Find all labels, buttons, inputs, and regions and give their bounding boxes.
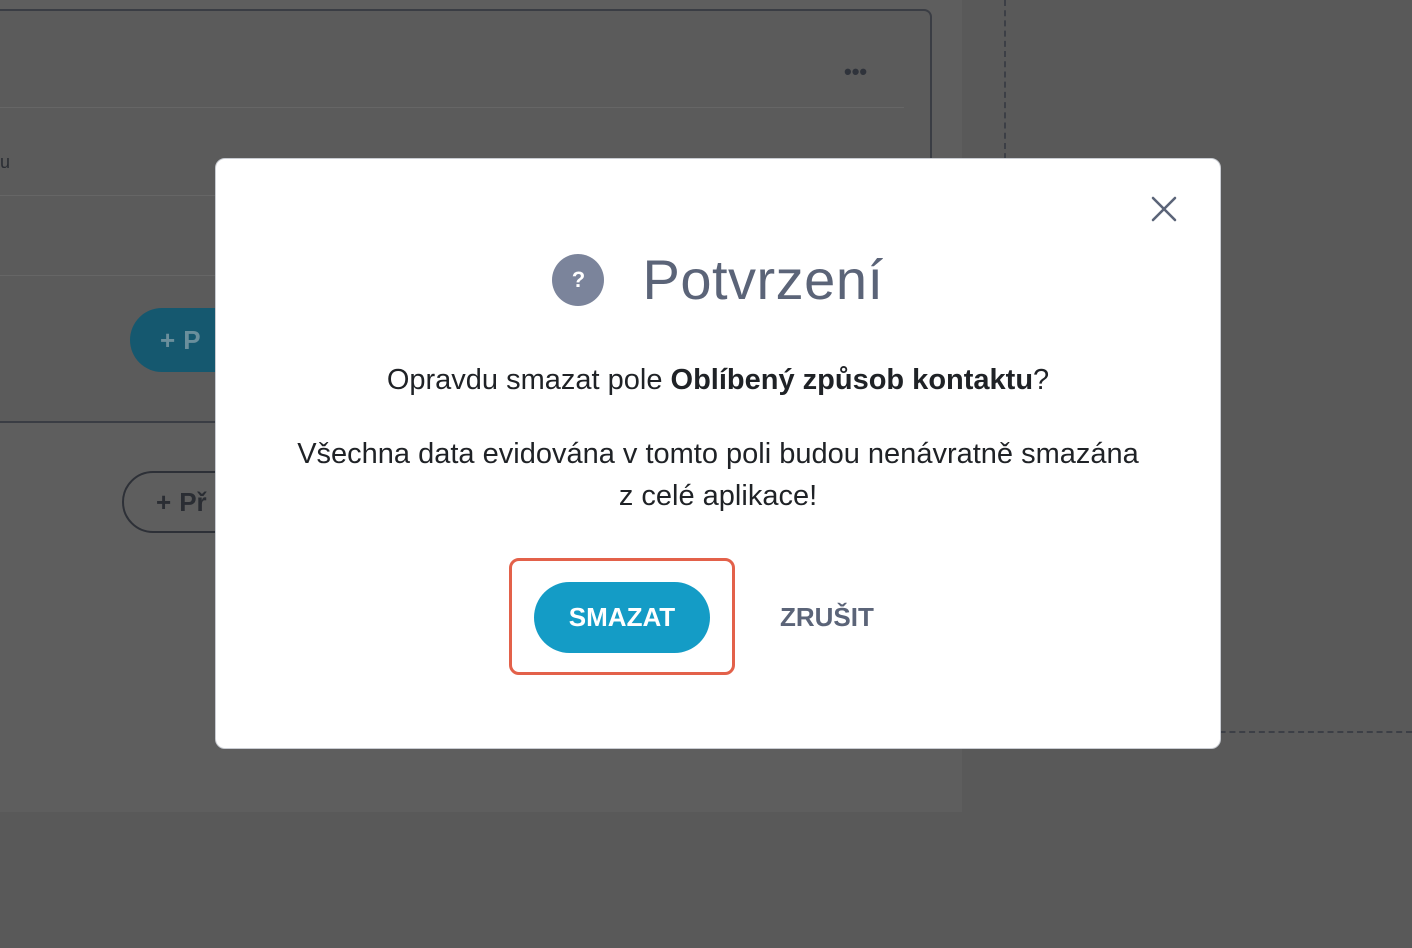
plus-icon: + [160,324,176,355]
dialog-message: Opravdu smazat pole Oblíbený způsob kont… [216,359,1220,401]
cancel-button[interactable]: ZRUŠIT [764,582,890,653]
delete-button[interactable]: SMAZAT [534,582,710,653]
dialog-title: Potvrzení [642,248,884,311]
message-suffix: ? [1033,364,1050,396]
field-name: Oblíbený způsob kontaktu [670,364,1034,396]
dialog-warning: Všechna data evidována v tomto poli budo… [216,433,1220,517]
message-prefix: Opravdu smazat pole [386,364,671,396]
close-icon [1151,196,1177,222]
warning-line: Všechna data evidována v tomto poli budo… [297,438,1139,470]
add-section-label: Př [179,486,207,517]
dashed-divider [1200,731,1412,733]
close-button[interactable] [1144,189,1184,229]
question-circle-icon: ? [552,253,605,306]
warning-line: z celé aplikace! [618,480,818,512]
plus-icon: + [156,486,172,517]
more-horizontal-icon[interactable]: ••• [844,59,867,85]
confirmation-dialog: ? Potvrzení Opravdu smazat pole Oblíbený… [215,158,1221,749]
field-label: u [0,152,11,172]
dialog-header: ? Potvrzení [216,247,1220,312]
add-field-label: P [183,324,201,355]
card-divider [0,107,904,108]
